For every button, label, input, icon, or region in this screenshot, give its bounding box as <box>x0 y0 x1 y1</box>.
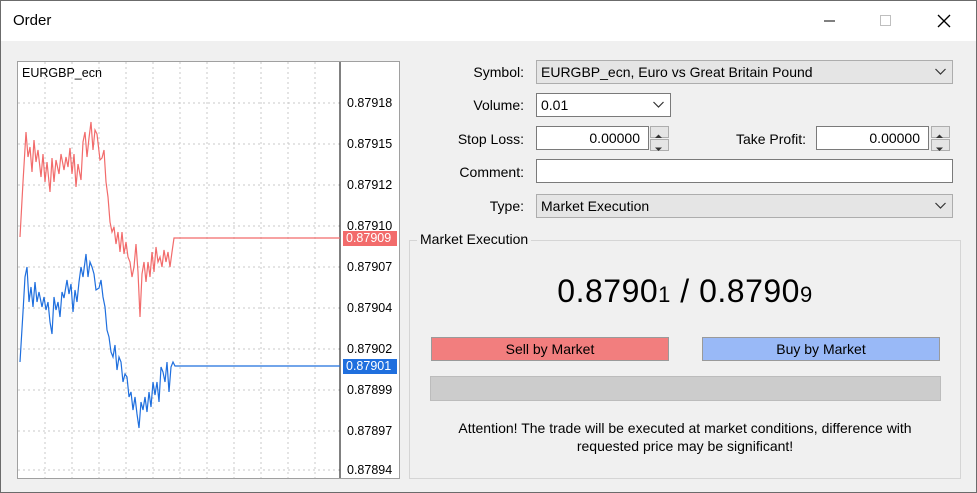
maximize-icon <box>880 15 891 26</box>
chart-symbol-label: EURGBP_ecn <box>22 66 102 80</box>
comment-label: Comment: <box>459 164 524 180</box>
spin-down-button[interactable] <box>931 139 950 151</box>
close-button[interactable] <box>921 1 967 41</box>
spin-up-button[interactable] <box>931 126 950 138</box>
execution-progress-bar <box>430 376 941 401</box>
price-axis-label: 0.87907 <box>347 260 393 274</box>
spin-up-button[interactable] <box>650 126 669 138</box>
tick-chart: EURGBP_ecn <box>17 61 400 479</box>
price-axis-label: 0.87902 <box>347 342 393 356</box>
bid-price-last-digit: 1 <box>658 282 671 307</box>
take-profit-input[interactable]: 0.00000 <box>816 126 929 150</box>
minimize-button[interactable] <box>807 1 853 41</box>
type-select[interactable]: Market Execution <box>536 194 953 218</box>
minimize-icon <box>824 20 835 22</box>
volume-value: 0.01 <box>541 97 569 113</box>
tick-chart-canvas <box>18 62 341 478</box>
symbol-label: Symbol: <box>473 64 524 80</box>
quote-display: 0.87901 / 0.87909 <box>409 273 961 310</box>
spin-down-button[interactable] <box>650 139 669 151</box>
chevron-down-icon <box>935 68 946 75</box>
type-label: Type: <box>489 198 524 214</box>
window-title: Order <box>13 12 52 29</box>
ask-price-last-digit: 9 <box>799 282 813 307</box>
group-title: Market Execution <box>417 231 532 247</box>
chevron-down-icon <box>935 202 946 209</box>
take-profit-label: Take Profit: <box>735 131 806 147</box>
order-window: Order EURGBP_ecn 0.87918 0.87915 0.87912 0.… <box>0 0 977 493</box>
price-axis-label: 0.87897 <box>347 424 393 438</box>
bid-price: 0.8790 <box>557 273 659 309</box>
attention-notice: Attention! The trade will be executed at… <box>458 420 912 454</box>
stop-loss-spinner[interactable] <box>649 126 669 151</box>
caret-down-icon <box>655 147 662 151</box>
stop-loss-label: Stop Loss: <box>457 131 524 147</box>
close-icon <box>937 14 951 28</box>
stop-loss-input[interactable]: 0.00000 <box>536 126 649 150</box>
maximize-button[interactable] <box>863 1 909 41</box>
price-separator: / <box>670 273 700 309</box>
price-axis-label: 0.87899 <box>347 383 393 397</box>
price-axis-label: 0.87904 <box>347 301 393 315</box>
type-value: Market Execution <box>541 198 650 214</box>
price-axis-label: 0.87915 <box>347 137 393 151</box>
volume-label: Volume: <box>473 97 524 113</box>
buy-by-market-button[interactable]: Buy by Market <box>702 337 940 361</box>
symbol-value: EURGBP_ecn, Euro vs Great Britain Pound <box>541 64 813 80</box>
price-axis-label: 0.87894 <box>347 463 393 477</box>
bid-price-tag: 0.87901 <box>343 359 397 374</box>
volume-combo[interactable]: 0.01 <box>536 93 671 117</box>
bid-price-line <box>19 253 340 429</box>
symbol-select[interactable]: EURGBP_ecn, Euro vs Great Britain Pound <box>536 60 953 84</box>
comment-input[interactable] <box>536 159 953 183</box>
ask-price-tag: 0.87909 <box>343 231 397 246</box>
sell-by-market-button[interactable]: Sell by Market <box>431 337 669 361</box>
take-profit-spinner[interactable] <box>930 126 950 151</box>
ask-price: 0.8790 <box>699 273 800 309</box>
title-bar: Order <box>1 1 976 41</box>
stop-loss-value: 0.00000 <box>589 130 640 146</box>
chevron-down-icon <box>653 101 664 108</box>
price-axis-label: 0.87918 <box>347 96 393 110</box>
caret-down-icon <box>936 147 943 151</box>
take-profit-value: 0.00000 <box>869 130 920 146</box>
price-axis-label: 0.87912 <box>347 178 393 192</box>
